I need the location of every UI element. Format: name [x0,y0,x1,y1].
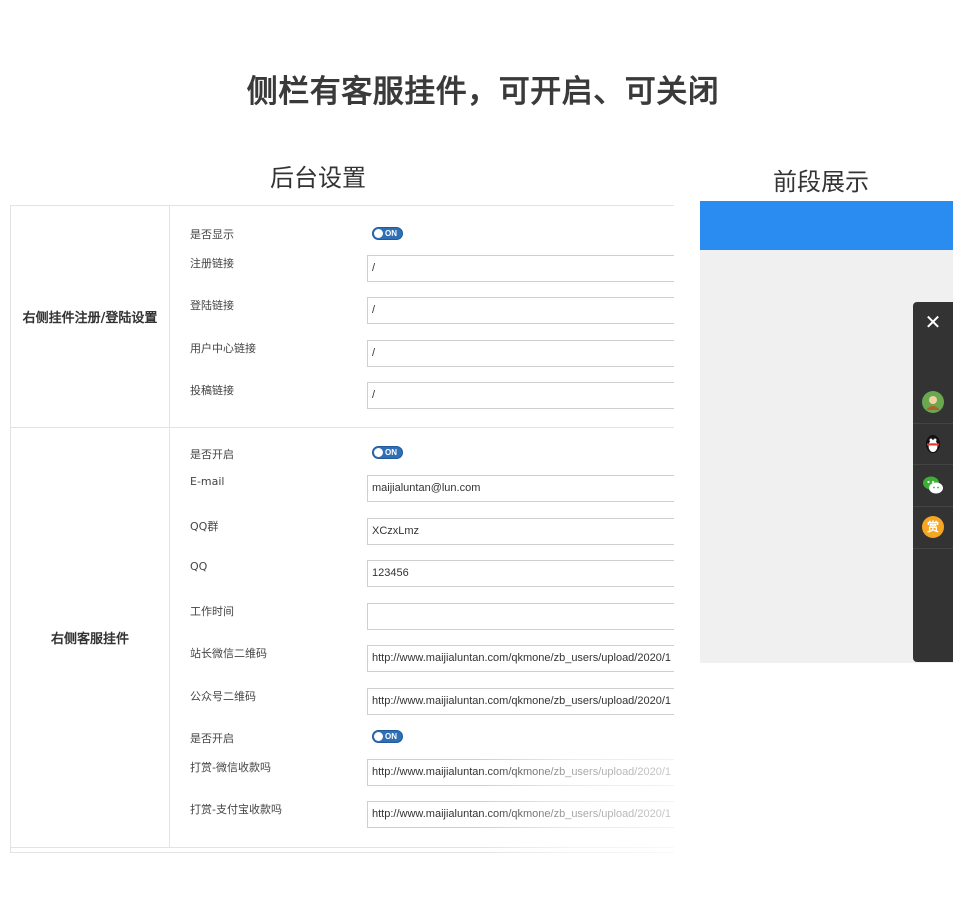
show-toggle[interactable]: ON [372,227,403,240]
reward-enable-label: 是否开启 [190,732,234,745]
toggle-knob [374,732,383,741]
submit-link-input[interactable]: / [367,382,674,409]
divider [913,423,953,424]
qq-input[interactable]: 123456 [367,560,674,587]
enable-toggle[interactable]: ON [372,446,403,459]
wechat-icon[interactable] [922,474,944,496]
qq-group-label: QQ群 [190,520,219,533]
toggle-knob [374,229,383,238]
user-center-link-input[interactable]: / [367,340,674,367]
divider [913,506,953,507]
divider [913,548,953,549]
reward-alipay-input[interactable]: http://www.maijialuntan.com/qkmone/zb_us… [367,801,674,828]
mp-qr-label: 公众号二维码 [190,690,256,703]
wechat-qr-label: 站长微信二维码 [190,647,267,660]
toggle-knob [374,448,383,457]
preview-header-bar [700,201,953,250]
wechat-qr-input[interactable]: http://www.maijialuntan.com/qkmone/zb_us… [367,645,674,672]
qq-penguin-icon[interactable] [922,432,944,454]
service-sidebar: ✕ 赏 [913,302,953,662]
work-time-label: 工作时间 [190,605,234,618]
email-label: E-mail [190,475,225,488]
enable-label: 是否开启 [190,448,234,461]
login-link-label: 登陆链接 [190,299,234,312]
reward-wechat-input[interactable]: http://www.maijialuntan.com/qkmone/zb_us… [367,759,674,786]
toggle-text: ON [385,448,397,457]
reward-enable-toggle[interactable]: ON [372,730,403,743]
register-link-input[interactable]: / [367,255,674,282]
customer-service-section: 右侧客服挂件 是否开启 ON E-mail maijialuntan@lun.c… [11,428,674,848]
user-center-link-label: 用户中心链接 [190,342,256,355]
register-link-label: 注册链接 [190,257,234,270]
section-label: 右侧挂件注册/登陆设置 [11,206,170,427]
reward-wechat-label: 打赏-微信收款吗 [190,761,271,774]
reward-icon[interactable]: 赏 [922,516,944,538]
show-label: 是否显示 [190,228,234,241]
login-register-section: 右侧挂件注册/登陆设置 是否显示 ON 注册链接 / 登陆链接 / 用户中心链接… [11,206,674,428]
login-link-input[interactable]: / [367,297,674,324]
work-time-input[interactable] [367,603,674,630]
backend-settings-title: 后台设置 [270,164,366,192]
section-label: 右侧客服挂件 [11,428,170,847]
reward-alipay-label: 打赏-支付宝收款吗 [190,803,282,816]
toggle-text: ON [385,229,397,238]
close-icon[interactable]: ✕ [913,308,953,336]
qq-label: QQ [190,560,208,573]
frontend-preview-title: 前段展示 [773,168,869,196]
page-title: 侧栏有客服挂件，可开启、可关闭 [246,74,720,110]
email-input[interactable]: maijialuntan@lun.com [367,475,674,502]
settings-panel: 右侧挂件注册/登陆设置 是否显示 ON 注册链接 / 登陆链接 / 用户中心链接… [10,205,674,853]
toggle-text: ON [385,732,397,741]
divider [913,464,953,465]
submit-link-label: 投稿链接 [190,384,234,397]
avatar-icon[interactable] [922,391,944,413]
qq-group-input[interactable]: XCzxLmz [367,518,674,545]
mp-qr-input[interactable]: http://www.maijialuntan.com/qkmone/zb_us… [367,688,674,715]
